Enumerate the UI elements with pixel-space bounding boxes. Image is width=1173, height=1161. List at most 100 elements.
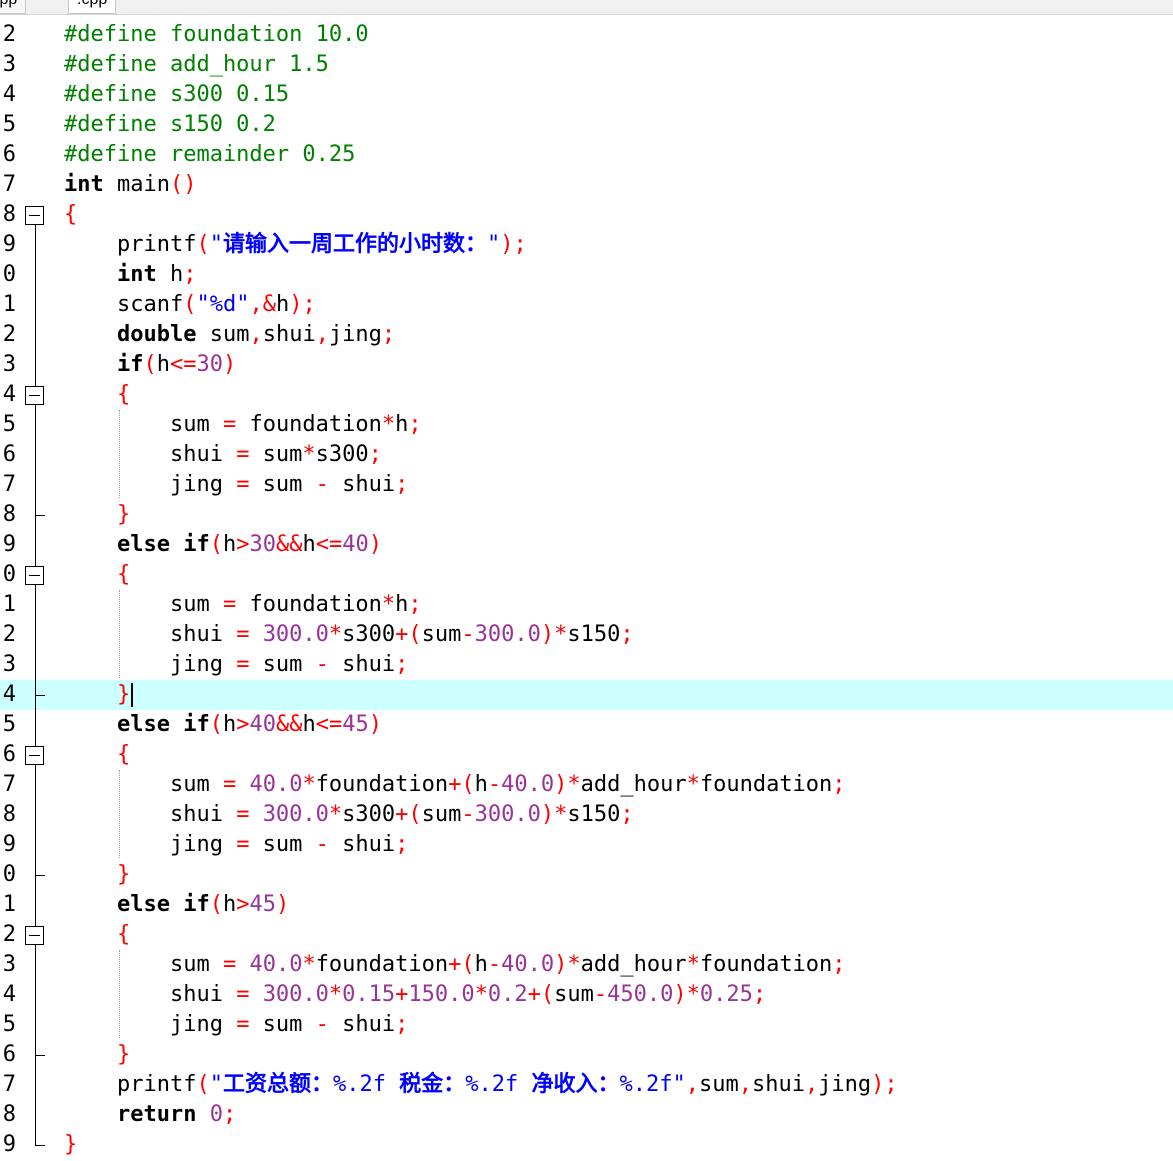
fold-end-marker (35, 1055, 45, 1056)
code-line[interactable]: 9 printf("请输入一周工作的小时数："); (0, 230, 1173, 260)
fold-minus-icon[interactable] (25, 746, 44, 765)
code-line[interactable]: 1 sum = foundation*h; (0, 590, 1173, 620)
code-token: main (103, 172, 170, 197)
fold-minus-icon[interactable] (25, 566, 44, 585)
line-number: 0 (0, 860, 16, 890)
code-token: shui (64, 802, 237, 827)
code-line[interactable]: 7 int main() (0, 170, 1173, 200)
code-token: ; (368, 442, 382, 467)
line-number: 1 (0, 290, 16, 320)
code-token: } (116, 502, 131, 527)
code-line[interactable]: 4 #define s300 0.15 (0, 80, 1173, 110)
fold-minus-icon[interactable] (25, 386, 44, 405)
code-line[interactable]: 3 sum = 40.0*foundation+(h-40.0)*add_hou… (0, 950, 1173, 980)
code-token: { (116, 742, 131, 767)
code-line[interactable]: 8 return 0; (0, 1100, 1173, 1130)
code-line[interactable]: 1 scanf("%d",&h); (0, 290, 1173, 320)
code-token: jing (64, 832, 237, 857)
line-number-text: 1 (2, 592, 16, 617)
code-token: 40.0 (249, 952, 303, 977)
code-token: ( (196, 232, 210, 257)
code-token: shui (328, 652, 396, 677)
code-line[interactable]: 9 jing = sum - shui; (0, 830, 1173, 860)
code-token: ; (408, 592, 422, 617)
code-line[interactable]: 2 { (0, 920, 1173, 950)
code-line[interactable]: 2 double sum,shui,jing; (0, 320, 1173, 350)
code-line[interactable]: 2 #define foundation 10.0 (0, 20, 1173, 50)
code-line[interactable]: 2 shui = 300.0*s300+(sum-300.0)*s150; (0, 620, 1173, 650)
file-tab-active[interactable]: .cpp (68, 0, 117, 14)
code-token: 40 (249, 712, 276, 737)
code-text: jing = sum - shui; (64, 470, 408, 500)
code-token: * (328, 622, 343, 647)
code-line[interactable]: 7 sum = 40.0*foundation+(h-40.0)*add_hou… (0, 770, 1173, 800)
code-token: printf (64, 1072, 197, 1097)
code-text: sum = 40.0*foundation+(h-40.0)*add_hour*… (64, 770, 846, 800)
code-line[interactable]: 5 #define s150 0.2 (0, 110, 1173, 140)
code-line[interactable]: 4 { (0, 380, 1173, 410)
code-line[interactable]: 9} (0, 1130, 1173, 1160)
code-line[interactable]: 5 jing = sum - shui; (0, 1010, 1173, 1040)
current-code-line[interactable]: 4 } (0, 680, 1173, 710)
code-token: shui (64, 982, 237, 1007)
code-token: 300.0 (474, 802, 541, 827)
code-line[interactable]: 5 else if(h>40&&h<=45) (0, 710, 1173, 740)
code-token: if (183, 892, 210, 917)
code-line[interactable]: 3 if(h<=30) (0, 350, 1173, 380)
fold-guide-line (35, 224, 36, 1145)
code-line[interactable]: 3 jing = sum - shui; (0, 650, 1173, 680)
code-line[interactable]: 8 shui = 300.0*s300+(sum-300.0)*s150; (0, 800, 1173, 830)
line-number-text: 2 (2, 22, 16, 47)
file-tab[interactable]: .cpp (0, 0, 27, 14)
code-line[interactable]: 0 int h; (0, 260, 1173, 290)
code-text: } (64, 680, 130, 710)
code-line[interactable]: 0 } (0, 860, 1173, 890)
code-token: jing (328, 322, 382, 347)
code-line[interactable]: 6 #define remainder 0.25 (0, 140, 1173, 170)
code-token: = (236, 982, 250, 1007)
code-line[interactable]: 6 shui = sum*s300; (0, 440, 1173, 470)
line-number: 5 (0, 110, 16, 140)
line-number-text: 2 (2, 622, 16, 647)
code-token: h (275, 292, 290, 317)
code-line[interactable]: 7 printf("工资总额：%.2f 税金：%.2f 净收入：%.2f",su… (0, 1070, 1173, 1100)
line-number: 6 (0, 140, 16, 170)
fold-minus-icon[interactable] (25, 926, 44, 945)
line-number-text: 1 (2, 292, 16, 317)
code-line[interactable]: 0 { (0, 560, 1173, 590)
code-text: sum = 40.0*foundation+(h-40.0)*add_hour*… (64, 950, 846, 980)
line-number-text: 5 (2, 412, 16, 437)
line-number-text: 6 (2, 1042, 16, 1067)
code-token: - (315, 1012, 329, 1037)
code-editor[interactable]: 2 #define foundation 10.0 3 #define add_hou… (0, 20, 1173, 1161)
code-token: 45 (249, 892, 276, 917)
code-line[interactable]: 8{ (0, 200, 1173, 230)
code-token: )* (673, 982, 700, 1007)
code-token: #define foundation 10.0 (64, 22, 369, 47)
code-token: " (209, 232, 223, 257)
code-line[interactable]: 3 #define add_hour 1.5 (0, 50, 1173, 80)
code-line[interactable]: 4 shui = 300.0*0.15+150.0*0.2+(sum-450.0… (0, 980, 1173, 1010)
code-text: } (64, 1130, 77, 1160)
code-line[interactable]: 1 else if(h>45) (0, 890, 1173, 920)
code-token: , (685, 1072, 699, 1097)
code-token: <= (169, 352, 197, 377)
code-token: 30 (249, 532, 276, 557)
code-line[interactable]: 7 jing = sum - shui; (0, 470, 1173, 500)
code-line[interactable]: 9 else if(h>30&&h<=40) (0, 530, 1173, 560)
code-text: jing = sum - shui; (64, 1010, 408, 1040)
code-line[interactable]: 8 } (0, 500, 1173, 530)
code-line[interactable]: 6 } (0, 1040, 1173, 1070)
code-token: ; (395, 832, 409, 857)
code-token: () (169, 172, 197, 197)
code-line[interactable]: 5 sum = foundation*h; (0, 410, 1173, 440)
code-token: { (116, 922, 131, 947)
code-line[interactable]: 6 { (0, 740, 1173, 770)
fold-minus-icon[interactable] (25, 206, 44, 225)
